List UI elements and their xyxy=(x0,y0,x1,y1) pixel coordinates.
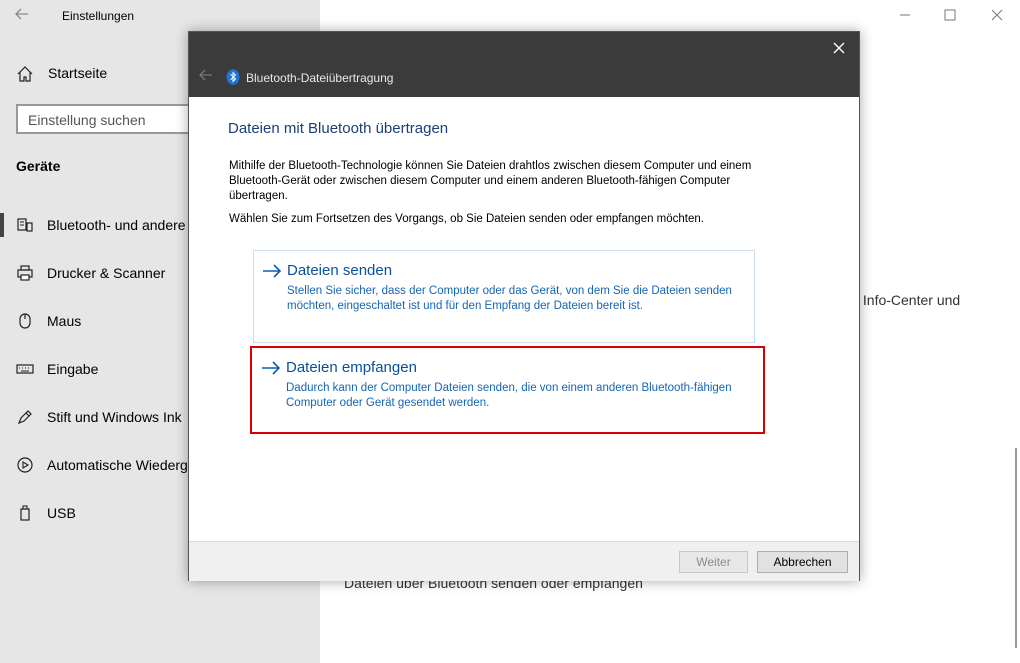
app-title: Einstellungen xyxy=(62,9,135,23)
home-icon xyxy=(16,65,34,83)
close-icon[interactable] xyxy=(827,36,851,60)
pen-icon xyxy=(16,408,34,426)
dialog-titlebar: Bluetooth-Dateiübertragung xyxy=(189,32,859,97)
sidebar-item-autoplay[interactable]: Automatische Wiederg xyxy=(0,450,200,480)
sidebar-item-bluetooth[interactable]: Bluetooth- und andere xyxy=(0,210,200,240)
sidebar-item-printers[interactable]: Drucker & Scanner xyxy=(0,258,200,288)
printer-icon xyxy=(16,264,34,282)
next-button[interactable]: Weiter xyxy=(679,551,748,573)
arrow-right-icon xyxy=(262,264,282,278)
minimize-icon[interactable] xyxy=(890,4,920,28)
highlight-annotation xyxy=(250,346,765,434)
bluetooth-transfer-dialog: Bluetooth-Dateiübertragung Dateien mit B… xyxy=(188,31,860,581)
dialog-prompt: Wählen Sie zum Fortsetzen des Vorgangs, … xyxy=(229,213,704,225)
search-input[interactable]: Einstellung suchen xyxy=(16,104,216,134)
dialog-title: Bluetooth-Dateiübertragung xyxy=(246,71,394,85)
sidebar-item-label: Bluetooth- und andere xyxy=(47,217,186,233)
keyboard-icon xyxy=(16,360,34,378)
close-window-icon[interactable] xyxy=(982,4,1012,28)
back-arrow-icon[interactable] xyxy=(14,6,36,26)
back-arrow-icon[interactable] xyxy=(197,68,215,86)
bluetooth-icon xyxy=(226,69,240,85)
maximize-icon[interactable] xyxy=(935,4,965,28)
sidebar-item-label: Automatische Wiederg xyxy=(47,457,188,473)
dialog-description: Mithilfe der Bluetooth-Technologie könne… xyxy=(229,160,752,202)
selection-indicator xyxy=(0,213,4,237)
dialog-heading: Dateien mit Bluetooth übertragen xyxy=(228,120,449,137)
usb-icon xyxy=(16,504,34,522)
sidebar-item-label: Eingabe xyxy=(47,361,99,377)
send-files-option[interactable]: Dateien senden Stellen Sie sicher, dass … xyxy=(253,250,755,343)
content-text-fragment: s Info-Center und xyxy=(852,292,961,308)
sidebar-item-pen[interactable]: Stift und Windows Ink xyxy=(0,402,200,432)
home-label: Startseite xyxy=(48,65,108,81)
autoplay-icon xyxy=(16,456,34,474)
sidebar-item-input[interactable]: Eingabe xyxy=(0,354,200,384)
cancel-button[interactable]: Abbrechen xyxy=(757,551,848,573)
send-files-title: Dateien senden xyxy=(287,262,393,279)
search-placeholder: Einstellung suchen xyxy=(28,112,146,128)
sidebar-item-label: Maus xyxy=(47,313,82,329)
dialog-footer: Weiter Abbrechen xyxy=(189,541,859,581)
sidebar-item-mouse[interactable]: Maus xyxy=(0,306,200,336)
scrollbar[interactable] xyxy=(1015,448,1017,648)
sidebar-item-label: Stift und Windows Ink xyxy=(47,409,182,425)
section-heading: Geräte xyxy=(16,158,61,174)
sidebar-item-label: USB xyxy=(47,505,76,521)
send-files-description: Stellen Sie sicher, dass der Computer od… xyxy=(287,285,732,312)
sidebar-item-label: Drucker & Scanner xyxy=(47,265,166,281)
sidebar-item-usb[interactable]: USB xyxy=(0,498,200,528)
bluetooth-device-icon xyxy=(16,216,34,234)
mouse-icon xyxy=(16,312,34,330)
settings-titlebar: Einstellungen xyxy=(0,0,1020,32)
